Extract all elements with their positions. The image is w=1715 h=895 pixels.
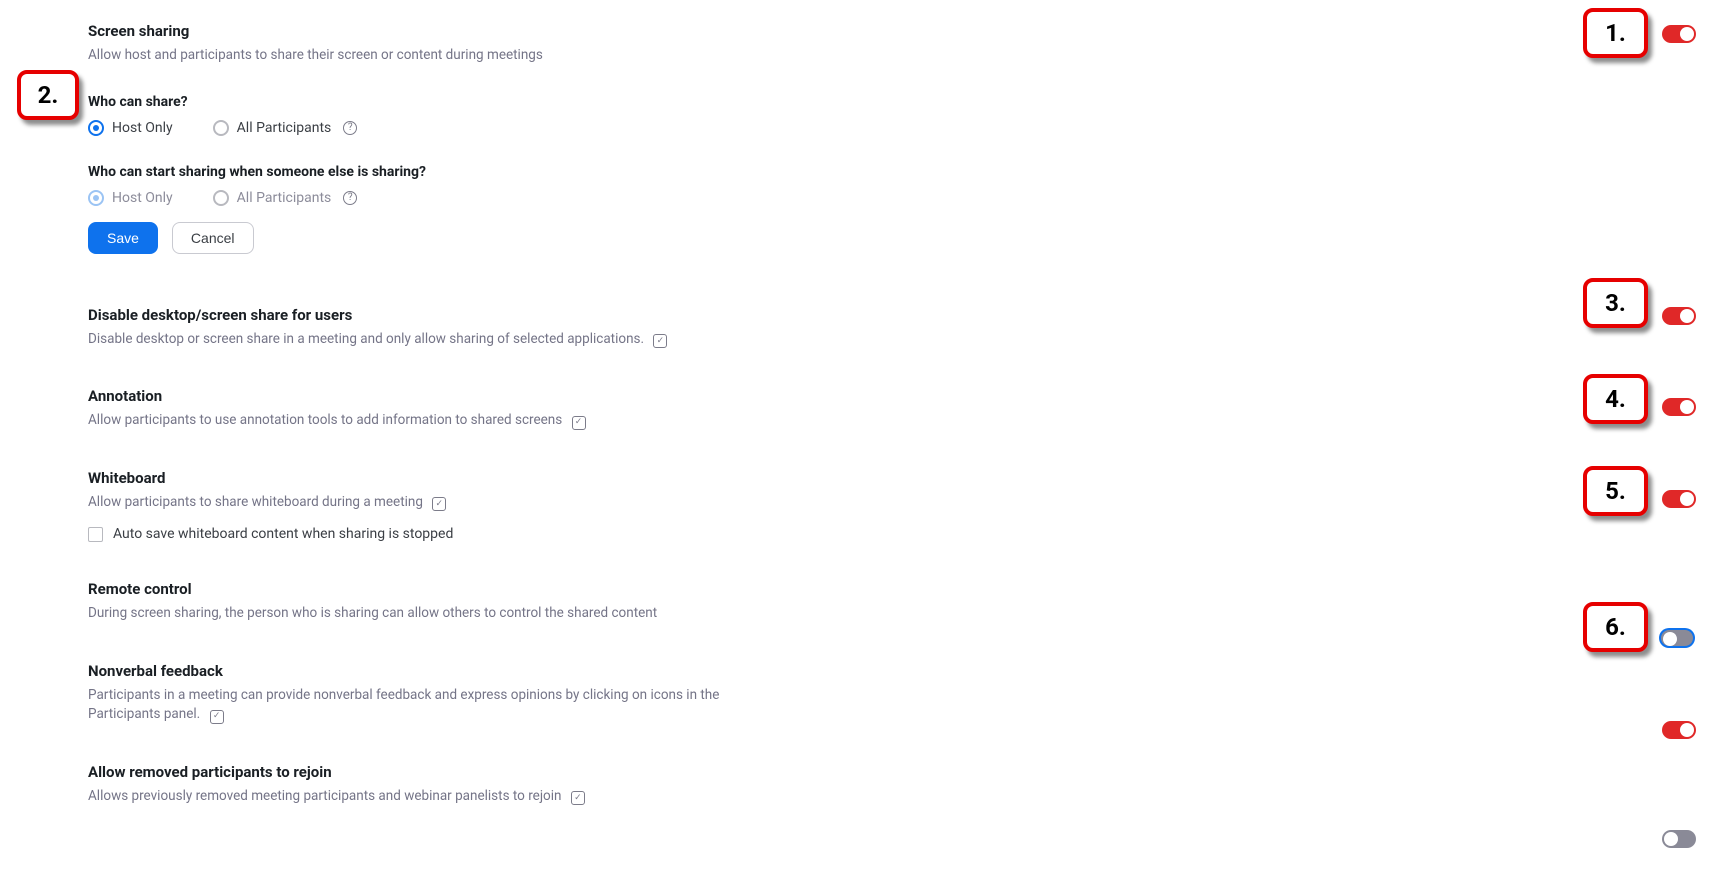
radio-unselected-icon — [213, 120, 229, 136]
who-can-start-share-options: Host Only All Participants ? — [88, 190, 748, 206]
setting-desc: During screen sharing, the person who is… — [88, 604, 748, 624]
who-can-share-options: Host Only All Participants ? — [88, 120, 748, 136]
who-can-start-share-label: Who can start sharing when someone else … — [88, 164, 748, 180]
setting-title: Allow removed participants to rejoin — [88, 763, 748, 781]
radio-selected-dim-icon — [88, 190, 104, 206]
desc-text: Allows previously removed meeting partic… — [88, 788, 562, 804]
whiteboard-autosave-checkbox[interactable]: Auto save whiteboard content when sharin… — [88, 526, 748, 542]
radio-label: All Participants — [237, 190, 332, 206]
setting-remote-control: Remote control During screen sharing, th… — [88, 580, 748, 624]
setting-desc: Allow participants to share whiteboard d… — [88, 493, 748, 513]
setting-annotation: Annotation Allow participants to use ann… — [88, 387, 748, 431]
toggle-whiteboard[interactable] — [1662, 490, 1696, 508]
radio-unselected-icon — [213, 190, 229, 206]
help-icon[interactable]: ? — [343, 121, 357, 135]
setting-disable-desktop: Disable desktop/screen share for users D… — [88, 306, 748, 350]
setting-rejoin: Allow removed participants to rejoin All… — [88, 763, 748, 807]
setting-desc: Allow host and participants to share the… — [88, 46, 748, 66]
desc-text: Disable desktop or screen share in a mee… — [88, 331, 644, 347]
setting-title: Remote control — [88, 580, 748, 598]
desc-text: Allow participants to use annotation too… — [88, 412, 562, 428]
radio-label: Host Only — [112, 120, 173, 136]
button-row: Save Cancel — [88, 222, 748, 254]
annotation-box-1: 1. — [1583, 8, 1648, 58]
radio-host-only[interactable]: Host Only — [88, 120, 173, 136]
desc-text: Participants in a meeting can provide no… — [88, 687, 719, 723]
setting-whiteboard: Whiteboard Allow participants to share w… — [88, 469, 748, 543]
modified-reset-icon[interactable]: ✓ — [210, 710, 224, 724]
setting-desc: Participants in a meeting can provide no… — [88, 686, 748, 725]
setting-desc: Allow participants to use annotation too… — [88, 411, 748, 431]
cancel-button[interactable]: Cancel — [172, 222, 254, 254]
toggle-disable-desktop[interactable] — [1662, 307, 1696, 325]
setting-title: Whiteboard — [88, 469, 748, 487]
radio-all-participants-2[interactable]: All Participants ? — [213, 190, 358, 206]
setting-nonverbal: Nonverbal feedback Participants in a mee… — [88, 662, 748, 725]
modified-reset-icon[interactable]: ✓ — [572, 416, 586, 430]
setting-desc: Disable desktop or screen share in a mee… — [88, 330, 748, 350]
modified-reset-icon[interactable]: ✓ — [432, 497, 446, 511]
toggle-rejoin[interactable] — [1662, 830, 1696, 848]
setting-title: Nonverbal feedback — [88, 662, 748, 680]
toggle-nonverbal[interactable] — [1662, 721, 1696, 739]
toggle-screen-sharing[interactable] — [1662, 25, 1696, 43]
checkbox-unchecked-icon — [88, 527, 103, 542]
radio-selected-icon — [88, 120, 104, 136]
modified-reset-icon[interactable]: ✓ — [653, 334, 667, 348]
checkbox-label: Auto save whiteboard content when sharin… — [113, 526, 453, 542]
toggle-remote-control[interactable] — [1660, 629, 1694, 647]
toggle-annotation[interactable] — [1662, 398, 1696, 416]
annotation-box-6: 6. — [1583, 602, 1648, 652]
who-can-share-label: Who can share? — [88, 94, 748, 110]
setting-screen-sharing: Screen sharing Allow host and participan… — [88, 22, 748, 254]
annotation-box-5: 5. — [1583, 466, 1648, 516]
desc-text: Allow participants to share whiteboard d… — [88, 494, 423, 510]
modified-reset-icon[interactable]: ✓ — [571, 791, 585, 805]
setting-desc: Allows previously removed meeting partic… — [88, 787, 748, 807]
radio-all-participants[interactable]: All Participants ? — [213, 120, 358, 136]
annotation-box-3: 3. — [1583, 278, 1648, 328]
radio-host-only-2[interactable]: Host Only — [88, 190, 173, 206]
setting-title: Annotation — [88, 387, 748, 405]
annotation-box-2: 2. — [17, 70, 79, 120]
save-button[interactable]: Save — [88, 222, 158, 254]
radio-label: All Participants — [237, 120, 332, 136]
radio-label: Host Only — [112, 190, 173, 206]
setting-title: Disable desktop/screen share for users — [88, 306, 748, 324]
setting-title: Screen sharing — [88, 22, 748, 40]
annotation-box-4: 4. — [1583, 374, 1648, 424]
help-icon[interactable]: ? — [343, 191, 357, 205]
